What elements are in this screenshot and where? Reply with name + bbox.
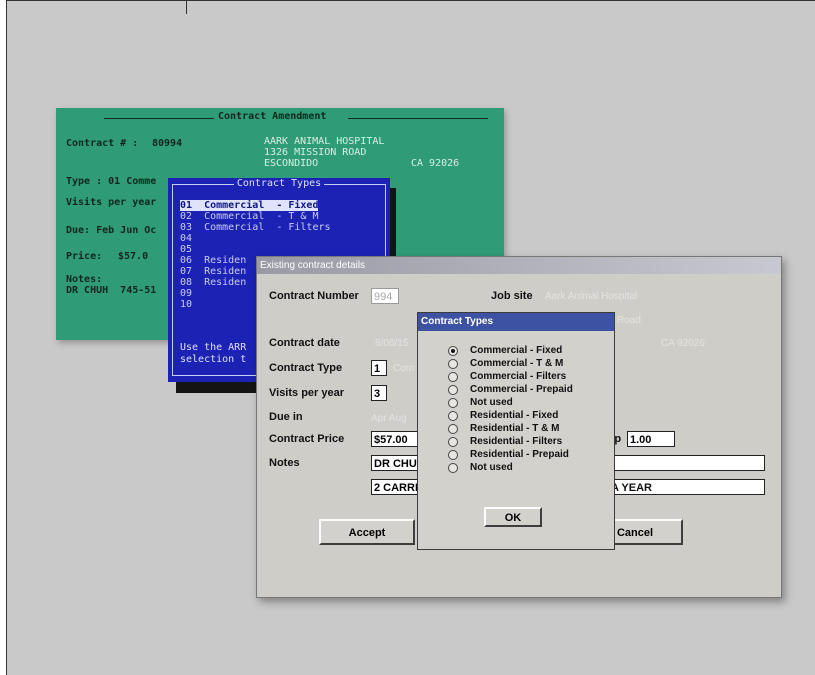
contract-number-value: 80994 xyxy=(152,138,183,149)
dos-type-row[interactable]: 08 Residen xyxy=(180,277,246,288)
ok-button[interactable]: OK xyxy=(484,507,542,527)
modal-title: Contract Types xyxy=(418,313,614,331)
option-label: Residential - T & M xyxy=(470,423,560,434)
option-label: Commercial - Fixed xyxy=(470,345,563,356)
notes-value: DR CHUH 745-51 xyxy=(66,285,157,296)
radio-button[interactable] xyxy=(448,372,458,382)
accept-button[interactable]: Accept xyxy=(319,519,415,545)
dos-type-row[interactable]: 07 Residen xyxy=(180,266,246,277)
popup-title: Contract Types xyxy=(168,178,390,189)
visits-per-year-field[interactable]: 3 xyxy=(371,385,387,401)
option-label: Residential - Prepaid xyxy=(470,449,569,460)
option-label: Commercial - Filters xyxy=(470,371,567,382)
visits-label: Visits per year xyxy=(66,197,157,208)
contract-price-field[interactable]: $57.00 xyxy=(371,431,419,447)
job-site-state-zip: CA 92026 xyxy=(661,338,705,349)
address-line-2: 1326 MISSION ROAD xyxy=(264,147,367,158)
notes-line-2-tail: A YEAR xyxy=(611,482,652,494)
radio-button[interactable] xyxy=(448,450,458,460)
dialog-title: Existing contract details xyxy=(257,257,781,274)
radio-button[interactable] xyxy=(448,346,458,356)
dos-type-row[interactable]: 01 Commercial - Fixed xyxy=(180,200,319,211)
notes-label: Notes xyxy=(269,457,300,469)
notes-label: Notes: xyxy=(66,274,103,285)
frame-divider xyxy=(186,0,187,14)
dos-type-row[interactable]: 03 Commercial - Filters xyxy=(180,222,331,233)
option-label: Commercial - Prepaid xyxy=(470,384,573,395)
option-label: Residential - Fixed xyxy=(470,410,559,421)
radio-button[interactable] xyxy=(448,411,458,421)
option-label: Commercial - T & M xyxy=(470,358,564,369)
address-state-zip: CA 92026 xyxy=(411,158,460,169)
address-city: ESCONDIDO xyxy=(264,158,319,169)
dos-type-row[interactable]: 09 xyxy=(180,288,192,299)
contract-price-label: Contract Price xyxy=(269,433,345,445)
radio-button[interactable] xyxy=(448,437,458,447)
dos-type-row[interactable]: 02 Commercial - T & M xyxy=(180,211,318,222)
contract-types-modal: Contract Types Commercial - Fixed Commer… xyxy=(417,312,615,550)
title-rule-left xyxy=(104,118,214,119)
dos-type-row[interactable]: 05 xyxy=(180,244,192,255)
job-site-value: Aark Animal Hospital xyxy=(545,291,638,302)
contract-date-value: 8/06/15 xyxy=(375,338,409,349)
visits-per-year-label: Visits per year xyxy=(269,387,345,399)
type-label: Type : 01 Comme xyxy=(66,176,157,187)
job-site-label: Job site xyxy=(491,290,533,302)
due-in-value: Apr Aug xyxy=(371,413,407,424)
contract-number-label: Contract Number xyxy=(269,290,359,302)
option-label: Residential - Filters xyxy=(470,436,563,447)
dos-type-row[interactable]: 10 xyxy=(180,299,192,310)
contract-type-description: Com xyxy=(393,363,415,374)
radio-button[interactable] xyxy=(448,385,458,395)
price-value: $57.0 xyxy=(118,251,149,262)
contract-number-label: Contract # : xyxy=(66,138,139,149)
option-label: Not used xyxy=(470,397,513,408)
radio-button[interactable] xyxy=(448,359,458,369)
job-site-road: Road xyxy=(617,315,641,326)
due-in-label: Due in xyxy=(269,411,303,423)
radio-button[interactable] xyxy=(448,424,458,434)
screen-title: Contract Amendment xyxy=(218,111,327,122)
price-label: Price: xyxy=(66,251,103,262)
contract-type-field[interactable]: 1 xyxy=(371,360,387,376)
radio-button[interactable] xyxy=(448,398,458,408)
due-label: Due: Feb Jun Oc xyxy=(66,225,157,236)
dos-hint-line-1: Use the ARR xyxy=(180,342,247,353)
dos-hint-line-2: selection t xyxy=(180,354,247,365)
dos-type-row[interactable]: 04 xyxy=(180,233,192,244)
dos-type-row[interactable]: 06 Residen xyxy=(180,255,246,266)
radio-button[interactable] xyxy=(448,463,458,473)
option-label: Not used xyxy=(470,462,513,473)
trip-charge-field[interactable]: 1.00 xyxy=(627,431,675,447)
contract-date-label: Contract date xyxy=(269,337,340,349)
address-line-1: AARK ANIMAL HOSPITAL xyxy=(264,136,385,147)
title-rule-right xyxy=(348,118,488,119)
contract-number-field[interactable]: 994 xyxy=(371,288,399,304)
contract-type-label: Contract Type xyxy=(269,362,343,374)
